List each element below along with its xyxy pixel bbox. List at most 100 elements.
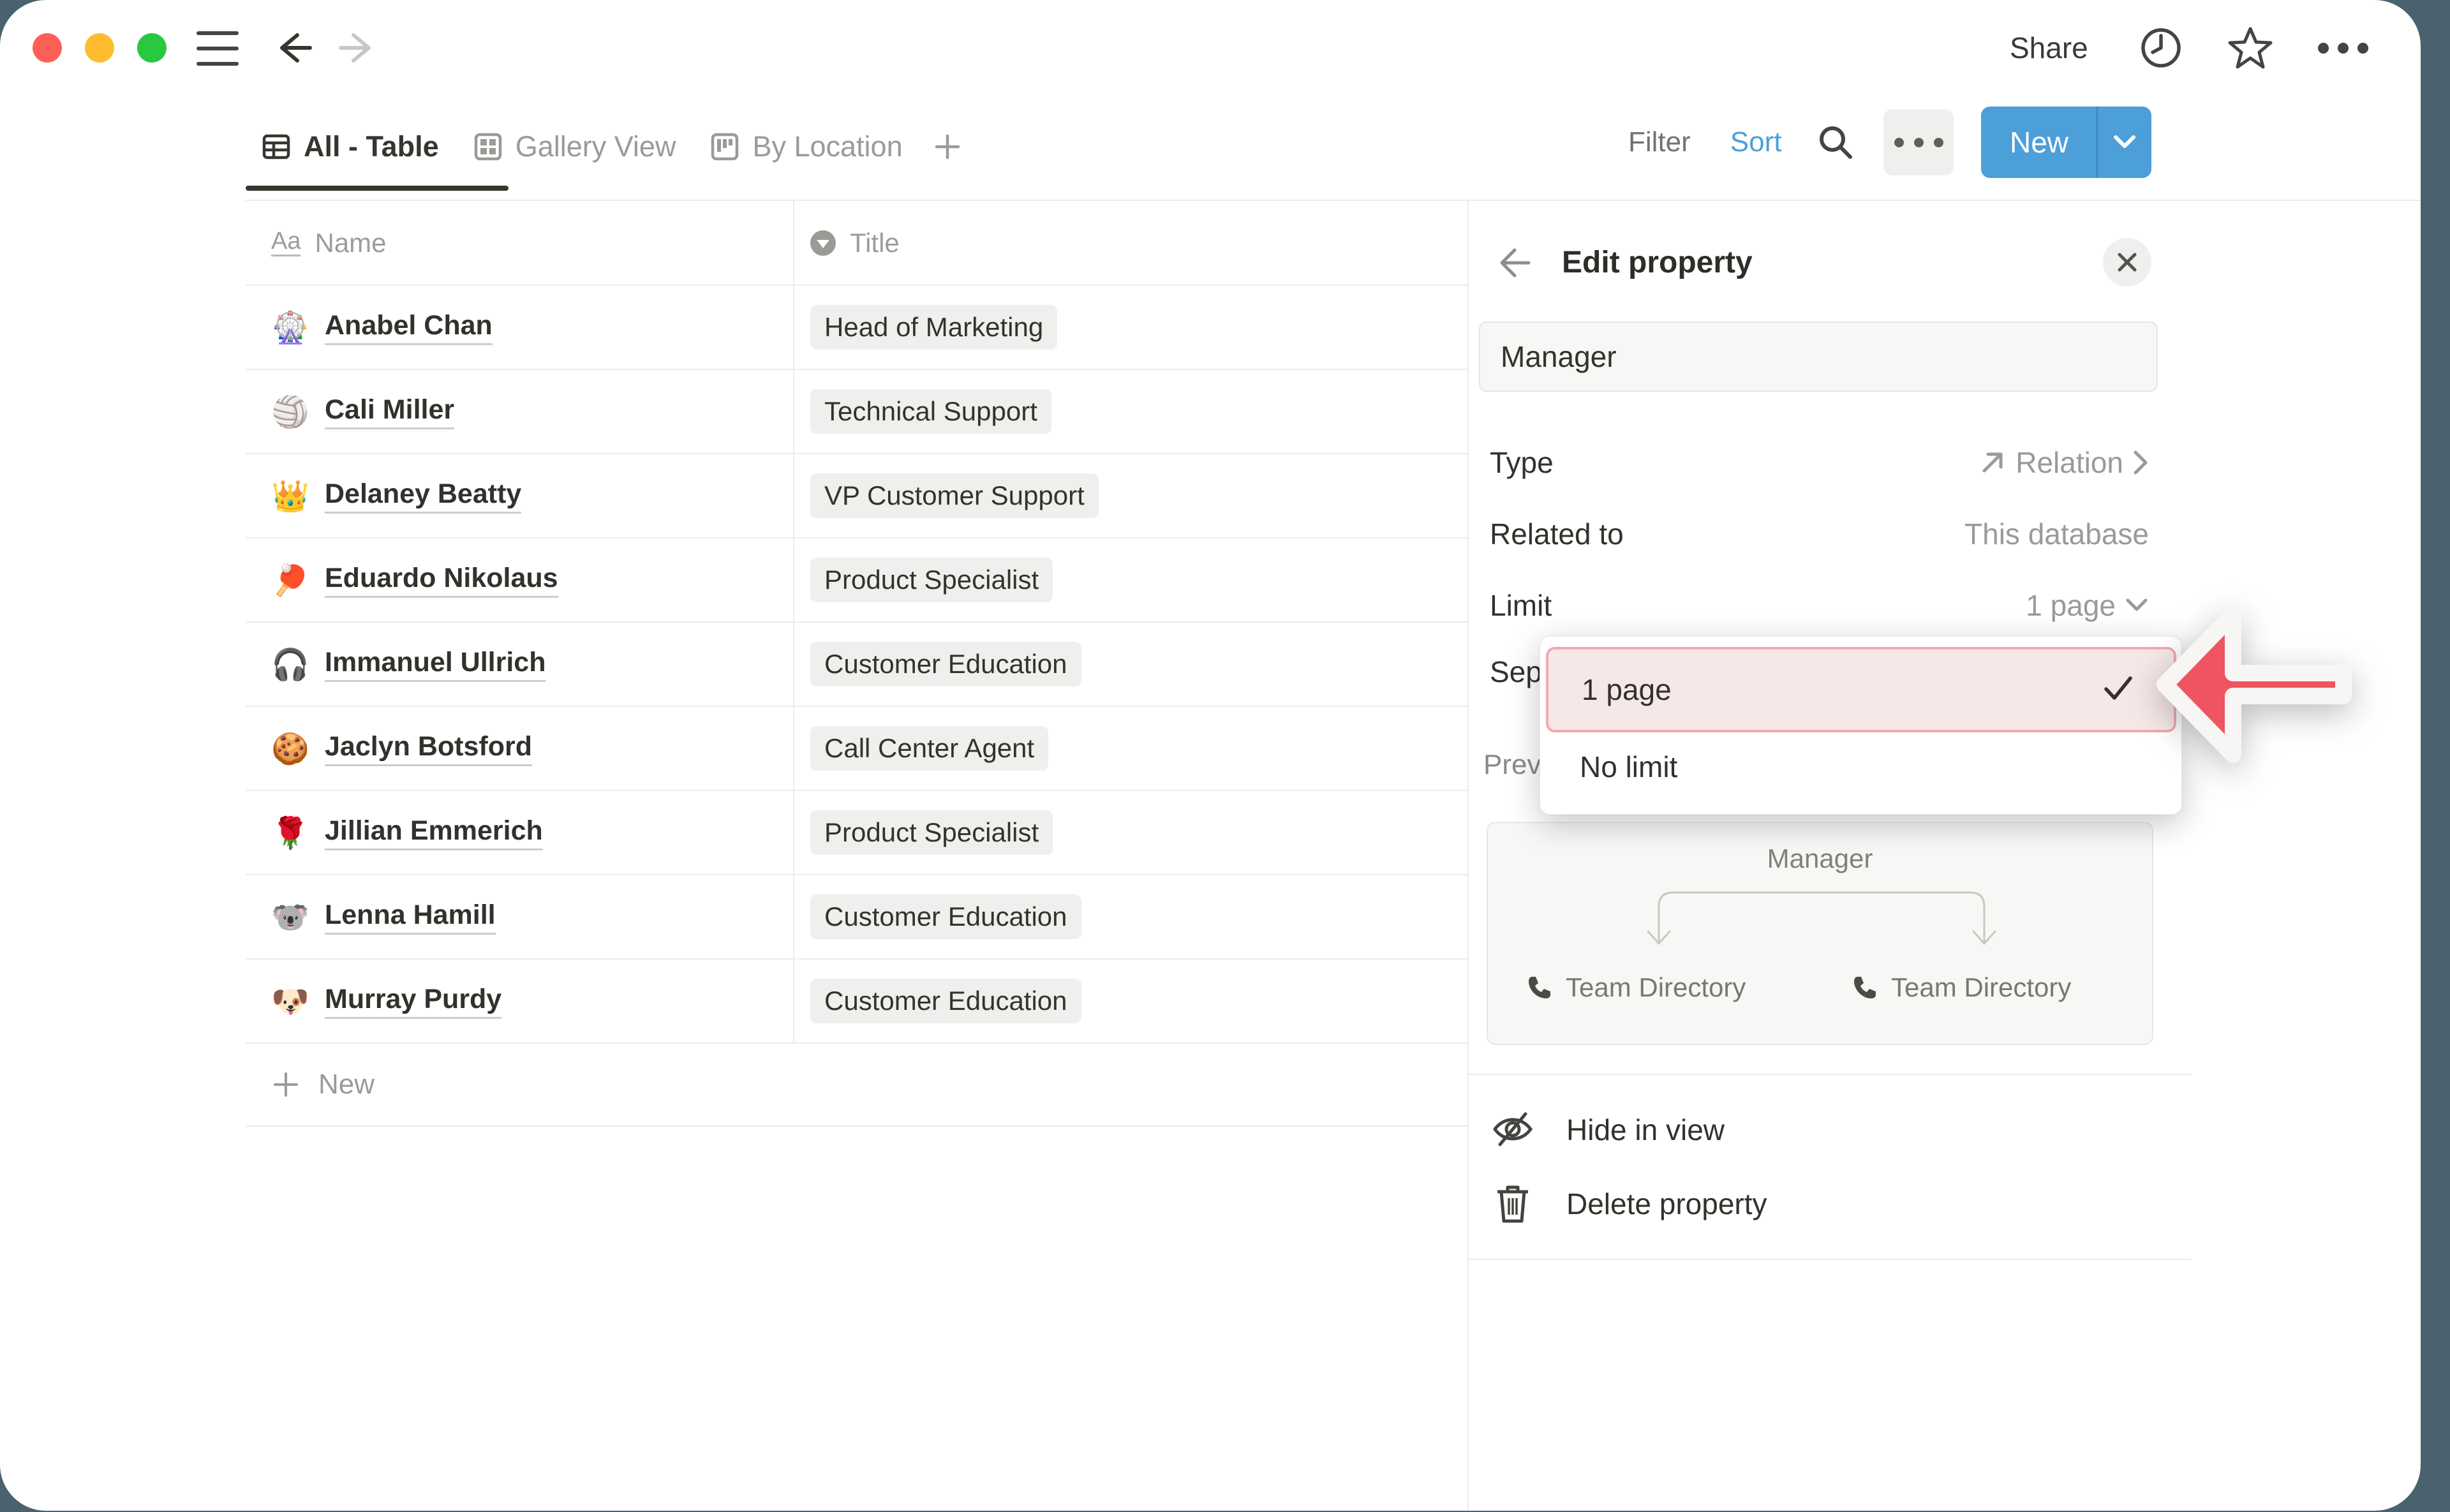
name-cell[interactable]: 🍪 Jaclyn Botsford (246, 707, 794, 790)
table-row[interactable]: 🎧 Immanuel Ullrich Customer Education (246, 623, 1467, 707)
view-options-button[interactable] (1883, 109, 1954, 175)
title-cell[interactable]: Head of Marketing (794, 286, 1467, 369)
close-window-button[interactable] (33, 33, 62, 63)
panel-section-divider (1467, 1074, 2192, 1075)
name-cell[interactable]: 🏓 Eduardo Nikolaus (246, 538, 794, 621)
table-row[interactable]: 🍪 Jaclyn Botsford Call Center Agent (246, 707, 1467, 791)
tab-by-location[interactable]: By Location (694, 105, 918, 188)
phone-icon (1526, 974, 1553, 1001)
panel-title: Edit property (1562, 245, 1753, 280)
star-icon[interactable] (2227, 26, 2273, 70)
clock-icon[interactable] (2139, 26, 2183, 70)
plus-icon (933, 132, 962, 161)
sort-button[interactable]: Sort (1730, 126, 1782, 158)
search-icon[interactable] (1816, 122, 1855, 162)
page-link[interactable]: Delaney Beatty (325, 478, 521, 514)
select-tag[interactable]: Call Center Agent (810, 726, 1048, 771)
new-dropdown-button[interactable] (2098, 107, 2151, 178)
dropdown-option-1-page[interactable]: 1 page (1546, 647, 2176, 732)
property-name-input[interactable]: Manager (1479, 322, 2158, 392)
name-cell[interactable]: 🌹 Jillian Emmerich (246, 791, 794, 874)
title-cell[interactable]: Product Specialist (794, 791, 1467, 874)
related-to-value[interactable]: This database (1964, 517, 2149, 551)
title-cell[interactable]: Customer Education (794, 875, 1467, 958)
name-cell[interactable]: 🎡 Anabel Chan (246, 286, 794, 369)
limit-value[interactable]: 1 page (2026, 588, 2149, 623)
page-link[interactable]: Cali Miller (325, 394, 454, 429)
preview-child-left: Team Directory (1526, 972, 1746, 1003)
gallery-view-icon (473, 132, 503, 161)
select-tag[interactable]: Customer Education (810, 642, 1081, 686)
select-tag[interactable]: Head of Marketing (810, 305, 1057, 350)
plus-icon (271, 1070, 301, 1099)
page-link[interactable]: Anabel Chan (325, 310, 493, 345)
more-options-icon[interactable] (2318, 43, 2368, 54)
minimize-window-button[interactable] (85, 33, 114, 63)
select-tag[interactable]: VP Customer Support (810, 473, 1099, 518)
database-table: Aa Name Title 🎡 Anabel Chan Head of Mark… (246, 201, 1467, 1127)
zoom-window-button[interactable] (137, 33, 167, 63)
column-header-title[interactable]: Title (794, 201, 1467, 285)
checkmark-icon (2102, 674, 2134, 706)
name-cell[interactable]: 🐨 Lenna Hamill (246, 875, 794, 958)
filter-button[interactable]: Filter (1628, 126, 1691, 158)
name-cell[interactable]: 🎧 Immanuel Ullrich (246, 623, 794, 706)
active-tab-underline (246, 186, 509, 191)
panel-back-icon[interactable] (1497, 246, 1533, 283)
tab-gallery-view[interactable]: Gallery View (457, 105, 692, 188)
table-row[interactable]: 🌹 Jillian Emmerich Product Specialist (246, 791, 1467, 875)
name-cell[interactable]: 🐶 Murray Purdy (246, 960, 794, 1042)
new-button[interactable]: New (1981, 107, 2151, 178)
select-tag[interactable]: Product Specialist (810, 558, 1053, 602)
title-cell[interactable]: Customer Education (794, 623, 1467, 706)
table-row[interactable]: 🏓 Eduardo Nikolaus Product Specialist (246, 538, 1467, 623)
title-cell[interactable]: Product Specialist (794, 538, 1467, 621)
page-link[interactable]: Lenna Hamill (325, 900, 496, 935)
page-emoji: 🏓 (271, 562, 307, 598)
delete-property-button[interactable]: Delete property (1566, 1187, 1767, 1221)
page-link[interactable]: Jaclyn Botsford (325, 731, 532, 766)
type-label: Type (1490, 445, 1554, 480)
column-header-name[interactable]: Aa Name (246, 201, 794, 285)
name-cell[interactable]: 🏐 Cali Miller (246, 370, 794, 453)
add-view-button[interactable] (921, 105, 974, 188)
title-cell[interactable]: VP Customer Support (794, 454, 1467, 537)
page-emoji: 🌹 (271, 815, 307, 851)
share-button[interactable]: Share (2010, 31, 2088, 65)
title-cell[interactable]: Customer Education (794, 960, 1467, 1042)
tab-all-table[interactable]: All - Table (246, 105, 455, 188)
table-row[interactable]: 🐨 Lenna Hamill Customer Education (246, 875, 1467, 960)
hide-in-view-button[interactable]: Hide in view (1566, 1113, 1725, 1147)
occluded-property-label: Sep (1490, 655, 1542, 689)
page-link[interactable]: Jillian Emmerich (325, 815, 543, 850)
relation-preview: Manager Team Directory Team Directory (1487, 822, 2153, 1045)
phone-icon (1852, 974, 1878, 1001)
hamburger-icon[interactable] (197, 31, 239, 66)
close-icon[interactable] (2103, 238, 2151, 286)
chevron-down-icon (2112, 133, 2137, 151)
dropdown-option-no-limit[interactable]: No limit (1580, 744, 1677, 790)
back-arrow-icon[interactable] (274, 29, 315, 70)
table-row[interactable]: 🐶 Murray Purdy Customer Education (246, 960, 1467, 1044)
name-cell[interactable]: 👑 Delaney Beatty (246, 454, 794, 537)
table-row[interactable]: 🏐 Cali Miller Technical Support (246, 370, 1467, 454)
forward-arrow-icon[interactable] (336, 29, 376, 70)
page-link[interactable]: Murray Purdy (325, 984, 501, 1019)
type-value[interactable]: Relation (1979, 445, 2149, 480)
title-property-icon: Aa (271, 229, 301, 256)
page-emoji: 🐨 (271, 899, 307, 935)
title-cell[interactable]: Technical Support (794, 370, 1467, 453)
select-tag[interactable]: Customer Education (810, 894, 1081, 939)
select-tag[interactable]: Technical Support (810, 389, 1051, 434)
table-row[interactable]: 🎡 Anabel Chan Head of Marketing (246, 286, 1467, 370)
title-cell[interactable]: Call Center Agent (794, 707, 1467, 790)
select-tag[interactable]: Customer Education (810, 979, 1081, 1023)
new-row-button[interactable]: New (246, 1044, 1467, 1127)
page-emoji: 🍪 (271, 730, 307, 767)
page-link[interactable]: Eduardo Nikolaus (325, 563, 558, 598)
panel-section-divider (1467, 1259, 2192, 1260)
page-link[interactable]: Immanuel Ullrich (325, 647, 546, 682)
table-row[interactable]: 👑 Delaney Beatty VP Customer Support (246, 454, 1467, 538)
select-tag[interactable]: Product Specialist (810, 810, 1053, 855)
preview-section-label: Prev (1483, 749, 1541, 781)
